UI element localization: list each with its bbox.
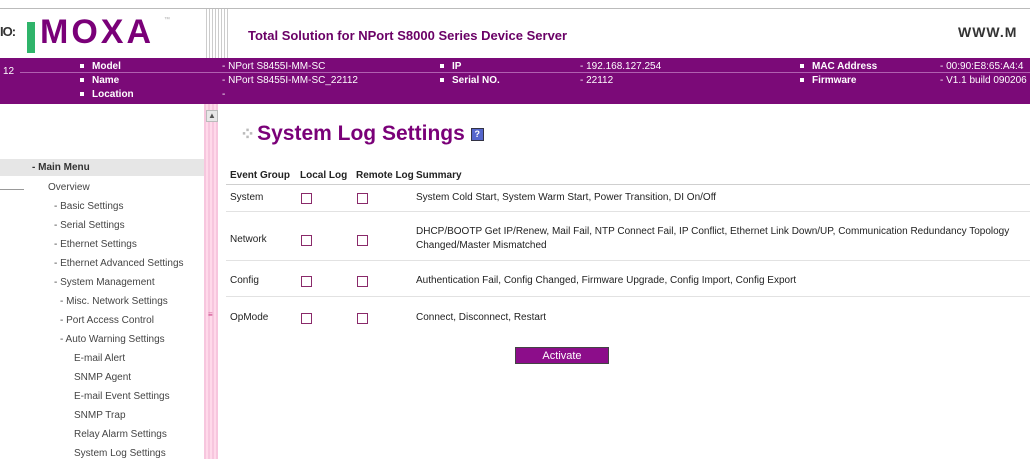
network-remote-log-checkbox[interactable] (357, 235, 368, 246)
sidebar-item-email-event-settings[interactable]: E-mail Event Settings (74, 391, 170, 402)
column-remote-log: Remote Log (356, 170, 414, 181)
header-stripes (206, 9, 228, 58)
table-header-row: Event Group Local Log Remote Log Summary (226, 168, 1030, 185)
scroll-grip-icon[interactable]: ≡ (208, 310, 213, 319)
info-mac-value: - 00:90:E8:65:A4:4 (940, 61, 1024, 72)
opmode-local-log-checkbox[interactable] (301, 313, 312, 324)
column-summary: Summary (416, 170, 462, 181)
row-divider (226, 260, 1030, 261)
sidebar-scrollbar[interactable] (204, 104, 218, 459)
activate-button[interactable]: Activate (515, 347, 609, 364)
info-left-number: 12 (3, 66, 15, 77)
sidebar-item-snmp-agent[interactable]: SNMP Agent (74, 372, 131, 383)
info-name-value: - NPort S8455I-MM-SC_22112 (222, 75, 358, 86)
bullet-icon (80, 78, 84, 83)
info-firmware-label: Firmware (800, 75, 856, 86)
logo-area: IO: MOXA ™ (0, 9, 206, 58)
main-content: ⁘System Log Settings? Event Group Local … (218, 104, 1030, 459)
overview-connector (0, 189, 24, 190)
info-serial-value: - 22112 (580, 75, 614, 86)
sidebar-item-email-alert[interactable]: E-mail Alert (74, 353, 125, 364)
bullet-icon (800, 64, 804, 69)
sidebar-item-serial-settings[interactable]: - Serial Settings (54, 220, 125, 231)
info-name-label: Name (80, 75, 119, 86)
sidebar-item-relay-alarm-settings[interactable]: Relay Alarm Settings (74, 429, 167, 440)
sidebar-item-snmp-trap[interactable]: SNMP Trap (74, 410, 126, 421)
title-dots-icon: ⁘ (240, 124, 256, 144)
network-local-log-checkbox[interactable] (301, 235, 312, 246)
row-opmode-group: OpMode (230, 312, 269, 323)
main-menu-header[interactable]: - Main Menu (0, 159, 204, 176)
row-system-summary: System Cold Start, System Warm Start, Po… (416, 192, 717, 203)
sidebar: - Main Menu Overview - Basic Settings - … (0, 104, 204, 459)
header-title: Total Solution for NPort S8000 Series De… (248, 28, 568, 43)
sidebar-item-auto-warning-settings[interactable]: - Auto Warning Settings (60, 334, 165, 345)
logo-green-bar (27, 22, 35, 53)
info-location-label: Location (80, 89, 134, 100)
info-model-label: Model (80, 61, 121, 72)
sidebar-item-system-management[interactable]: - System Management (54, 277, 155, 288)
row-config-group: Config (230, 275, 259, 286)
moxa-logo: MOXA (40, 13, 154, 51)
header: IO: MOXA ™ Total Solution for NPort S800… (0, 0, 1030, 58)
sidebar-item-basic-settings[interactable]: - Basic Settings (54, 201, 123, 212)
sidebar-item-misc-network-settings[interactable]: - Misc. Network Settings (60, 296, 168, 307)
header-url[interactable]: www.m (958, 24, 1017, 40)
bullet-icon (80, 64, 84, 69)
column-event-group: Event Group (230, 170, 291, 181)
config-local-log-checkbox[interactable] (301, 276, 312, 287)
info-ip-value: - 192.168.127.254 (580, 61, 662, 72)
row-config-summary: Authentication Fail, Config Changed, Fir… (416, 275, 797, 286)
sidebar-item-overview[interactable]: Overview (48, 182, 90, 193)
system-local-log-checkbox[interactable] (301, 193, 312, 204)
bullet-icon (800, 78, 804, 83)
column-local-log: Local Log (300, 170, 348, 181)
row-network-summary-line1: DHCP/BOOTP Get IP/Renew, Mail Fail, NTP … (416, 226, 1010, 237)
row-opmode-summary: Connect, Disconnect, Restart (416, 312, 547, 323)
help-icon[interactable]: ? (470, 127, 484, 141)
info-model-value: - NPort S8455I-MM-SC (222, 61, 326, 72)
info-divider (20, 72, 1030, 73)
bullet-icon (440, 78, 444, 83)
row-network-group: Network (230, 234, 267, 245)
sidebar-item-system-log-settings[interactable]: System Log Settings (74, 448, 166, 459)
bullet-icon (80, 92, 84, 97)
row-divider (226, 211, 1030, 212)
info-location-value: - (222, 89, 226, 100)
info-firmware-value: - V1.1 build 090206 (940, 75, 1027, 86)
scroll-up-arrow-icon[interactable]: ▲ (206, 110, 218, 122)
sidebar-item-ethernet-settings[interactable]: - Ethernet Settings (54, 239, 137, 250)
config-remote-log-checkbox[interactable] (357, 276, 368, 287)
system-remote-log-checkbox[interactable] (357, 193, 368, 204)
row-system-group: System (230, 192, 264, 203)
sidebar-item-ethernet-advanced-settings[interactable]: - Ethernet Advanced Settings (54, 258, 184, 269)
opmode-remote-log-checkbox[interactable] (357, 313, 368, 324)
sidebar-item-port-access-control[interactable]: - Port Access Control (60, 315, 154, 326)
logo-left-fragment: IO: (0, 24, 16, 39)
row-divider (226, 296, 1030, 297)
info-mac-label: MAC Address (800, 61, 877, 72)
page-title: ⁘System Log Settings? (240, 122, 484, 146)
logo-trademark: ™ (164, 17, 170, 23)
info-ip-label: IP (440, 61, 461, 72)
bullet-icon (440, 64, 444, 69)
info-serial-label: Serial NO. (440, 75, 500, 86)
device-info-bar: 12 Model - NPort S8455I-MM-SC Name - NPo… (0, 58, 1030, 104)
row-network-summary-line2: Changed/Master Mismatched (416, 240, 547, 251)
